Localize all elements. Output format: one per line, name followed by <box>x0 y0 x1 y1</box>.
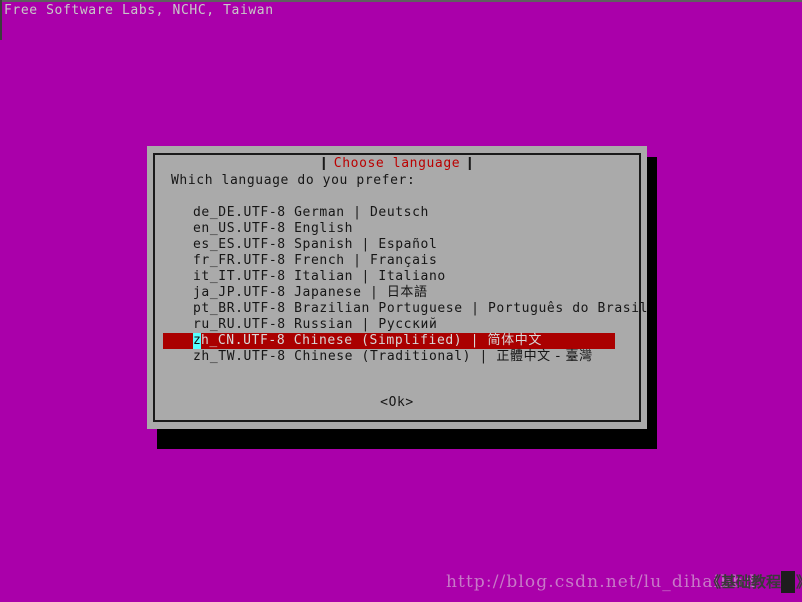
dialog-title-bar: Choose language <box>315 155 479 172</box>
console-screen: Free Software Labs, NCHC, Taiwan Choose … <box>0 0 802 602</box>
language-row[interactable]: ru_RU.UTF-8 Russian | Русский <box>163 317 631 333</box>
choose-language-dialog: Choose language Which language do you pr… <box>147 146 647 429</box>
language-native-name: 日本語 <box>386 285 428 300</box>
language-row[interactable]: de_DE.UTF-8 German | Deutsch <box>163 205 631 221</box>
language-row[interactable]: it_IT.UTF-8 Italian | Italiano <box>163 269 631 285</box>
language-row[interactable]: zh_TW.UTF-8 Chinese (Traditional) | 正體中文… <box>163 349 631 365</box>
language-row[interactable]: ja_JP.UTF-8 Japanese | 日本語 <box>163 285 631 301</box>
console-left-rule <box>0 0 2 40</box>
title-right-tick <box>469 157 472 170</box>
language-row[interactable]: fr_FR.UTF-8 French | Français <box>163 253 631 269</box>
language-native-name: Français <box>369 253 438 268</box>
language-native-name: Português do Brasil <box>487 301 649 316</box>
dialog-inner-frame: Choose language Which language do you pr… <box>153 153 647 422</box>
language-row-text: ru_RU.UTF-8 Russian | <box>193 317 379 332</box>
language-native-name: 正體中文 - 臺灣 <box>496 349 593 364</box>
language-row-text: zh_TW.UTF-8 Chinese (Traditional) | <box>193 349 497 364</box>
language-native-name: Deutsch <box>369 205 429 220</box>
language-row[interactable]: z h_CN.UTF-8 Chinese (Simplified) | 简体中文 <box>163 333 615 349</box>
dialog-title: Choose language <box>333 156 461 171</box>
language-row-text: en_US.UTF-8 English <box>193 221 354 236</box>
list-cursor: z <box>193 333 202 349</box>
language-row-text: ja_JP.UTF-8 Japanese | <box>193 285 387 300</box>
language-row[interactable]: es_ES.UTF-8 Spanish | Español <box>163 237 631 253</box>
console-top-rule <box>0 0 802 2</box>
dialog-prompt: Which language do you prefer: <box>171 173 416 188</box>
dialog-button-row: <Ok> <box>155 391 639 411</box>
watermark-block <box>781 571 795 593</box>
language-native-name: Русский <box>378 317 438 332</box>
language-row[interactable]: pt_BR.UTF-8 Brazilian Portuguese | Portu… <box>163 301 647 317</box>
language-list[interactable]: de_DE.UTF-8 German | Deutsch en_US.UTF-8 … <box>163 205 647 365</box>
language-row-text: es_ES.UTF-8 Spanish | <box>193 237 379 252</box>
language-row-text: h_CN.UTF-8 Chinese (Simplified) | 简体中文 <box>201 333 542 348</box>
language-row-text: fr_FR.UTF-8 French | <box>193 253 370 268</box>
language-row-text: pt_BR.UTF-8 Brazilian Portuguese | <box>193 301 488 316</box>
language-row-text: it_IT.UTF-8 Italian | <box>193 269 379 284</box>
console-banner: Free Software Labs, NCHC, Taiwan <box>4 3 274 18</box>
language-native-name: 简体中文 <box>487 333 542 348</box>
language-native-name: Italiano <box>378 269 446 284</box>
language-row[interactable]: en_US.UTF-8 English <box>163 221 631 237</box>
language-row-text: de_DE.UTF-8 German | <box>193 205 370 220</box>
language-native-name: Español <box>378 237 438 252</box>
ok-button[interactable]: <Ok> <box>380 395 414 410</box>
